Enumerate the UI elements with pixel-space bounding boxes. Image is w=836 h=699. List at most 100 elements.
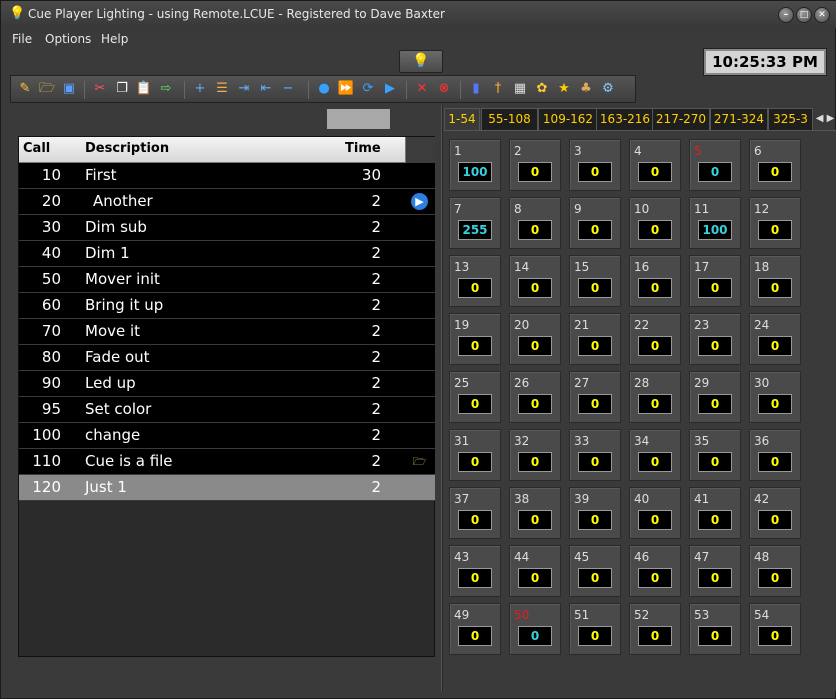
table-row[interactable]: 80 Fade out 2 [19, 345, 435, 371]
cancel-icon[interactable]: ⊗ [435, 80, 453, 98]
star-icon[interactable]: ★ [555, 80, 573, 98]
cut-icon[interactable]: ✂ [91, 80, 109, 98]
export-icon[interactable]: ⇨ [157, 80, 175, 98]
maximize-button[interactable]: □ [796, 7, 812, 23]
menu-file[interactable]: File [12, 32, 32, 46]
table-row[interactable]: 100 change 2 [19, 423, 435, 449]
table-row[interactable]: 120 Just 1 2 [19, 475, 435, 501]
title-bar[interactable]: 💡 Cue Player Lighting - using Remote.LCU… [1, 1, 836, 28]
table-row[interactable]: 70 Move it 2 [19, 319, 435, 345]
channel-cell[interactable]: 28 0 [629, 371, 681, 423]
table-row[interactable]: 10 First 30 [19, 163, 435, 189]
channel-cell[interactable]: 13 0 [449, 255, 501, 307]
table-row[interactable]: 90 Led up 2 [19, 371, 435, 397]
channel-cell[interactable]: 50 0 [509, 603, 561, 655]
effects-icon[interactable]: ✿ [533, 80, 551, 98]
channel-icon[interactable]: ▮ [467, 80, 485, 98]
channel-cell[interactable]: 17 0 [689, 255, 741, 307]
group-icon[interactable]: ♣ [577, 80, 595, 98]
channel-cell[interactable]: 33 0 [569, 429, 621, 481]
remove-icon[interactable]: − [279, 80, 297, 98]
channel-cell[interactable]: 32 0 [509, 429, 561, 481]
channel-cell[interactable]: 40 0 [629, 487, 681, 539]
channel-cell[interactable]: 34 0 [629, 429, 681, 481]
channel-cell[interactable]: 36 0 [749, 429, 801, 481]
channel-cell[interactable]: 90 [569, 197, 621, 249]
refresh-icon[interactable]: ⟳ [359, 80, 377, 98]
copy-icon[interactable]: ❐ [113, 80, 131, 98]
menu-options[interactable]: Options [45, 32, 91, 46]
channel-cell[interactable]: 16 0 [629, 255, 681, 307]
channel-tab[interactable]: 1-54 [444, 108, 480, 131]
header-description[interactable]: Description [85, 141, 169, 156]
channel-cell[interactable]: 35 0 [689, 429, 741, 481]
channel-cell[interactable]: 14 0 [509, 255, 561, 307]
channel-tab[interactable]: 217-270 [652, 108, 710, 130]
channel-cell[interactable]: 40 [629, 139, 681, 191]
forward-icon[interactable]: ⏩ [337, 80, 355, 98]
channel-cell[interactable]: 23 0 [689, 313, 741, 365]
table-row[interactable]: 110 Cue is a file 2 🗁 [19, 449, 435, 475]
indent-icon[interactable]: ⇥ [235, 80, 253, 98]
channel-cell[interactable]: 48 0 [749, 545, 801, 597]
channel-cell[interactable]: 80 [509, 197, 561, 249]
menu-help[interactable]: Help [101, 32, 128, 46]
table-row[interactable]: 50 Mover init 2 [19, 267, 435, 293]
insert-icon[interactable]: ☰ [213, 80, 231, 98]
channel-cell[interactable]: 37 0 [449, 487, 501, 539]
channel-tab[interactable]: 163-216 [596, 108, 654, 130]
save-icon[interactable]: ▣ [60, 80, 78, 98]
table-row[interactable]: 40 Dim 1 2 [19, 241, 435, 267]
channel-cell[interactable]: 26 0 [509, 371, 561, 423]
stop-icon[interactable]: ✕ [413, 80, 431, 98]
header-time[interactable]: Time [345, 141, 381, 156]
play-icon[interactable]: ▶ [381, 80, 399, 98]
scene-icon[interactable]: ▦ [511, 80, 529, 98]
channel-cell[interactable]: 20 0 [509, 313, 561, 365]
channel-cell[interactable]: 18 0 [749, 255, 801, 307]
channel-cell[interactable]: 49 0 [449, 603, 501, 655]
table-row[interactable]: 95 Set color 2 [19, 397, 435, 423]
channel-cell[interactable]: 53 0 [689, 603, 741, 655]
channel-cell[interactable]: 30 0 [749, 371, 801, 423]
minimize-button[interactable]: – [778, 7, 794, 23]
channel-cell[interactable]: 11 100 [689, 197, 741, 249]
channel-tab[interactable]: 55-108 [481, 108, 538, 130]
lightbulb-button[interactable]: 💡 [399, 50, 443, 73]
channel-cell[interactable]: 15 0 [569, 255, 621, 307]
channel-cell[interactable]: 24 0 [749, 313, 801, 365]
table-row[interactable]: 60 Bring it up 2 [19, 293, 435, 319]
paste-icon[interactable]: 📋 [135, 80, 153, 98]
channel-cell[interactable]: 41 0 [689, 487, 741, 539]
table-row[interactable]: 30 Dim sub 2 [19, 215, 435, 241]
channel-cell[interactable]: 7 255 [449, 197, 501, 249]
channel-cell[interactable]: 19 0 [449, 313, 501, 365]
channel-cell[interactable]: 51 0 [569, 603, 621, 655]
channel-cell[interactable]: 29 0 [689, 371, 741, 423]
channel-cell[interactable]: 22 0 [629, 313, 681, 365]
channel-tab[interactable]: 109-162 [538, 108, 598, 130]
record-icon[interactable]: ● [315, 80, 333, 98]
channel-cell[interactable]: 12 0 [749, 197, 801, 249]
add-icon[interactable]: + [191, 80, 209, 98]
channel-cell[interactable]: 30 [569, 139, 621, 191]
channel-cell[interactable]: 45 0 [569, 545, 621, 597]
channel-cell[interactable]: 20 [509, 139, 561, 191]
channel-cell[interactable]: 54 0 [749, 603, 801, 655]
channel-tab[interactable]: 325-3 [768, 108, 813, 130]
close-button[interactable]: ✕ [814, 7, 830, 23]
table-row[interactable]: 20 Another 2 ▶ [19, 189, 435, 215]
settings-icon[interactable]: ⚙ [599, 80, 617, 98]
channel-cell[interactable]: 50 [689, 139, 741, 191]
channel-cell[interactable]: 46 0 [629, 545, 681, 597]
channel-cell[interactable]: 39 0 [569, 487, 621, 539]
wand-icon[interactable]: ✎ [16, 80, 34, 98]
channel-cell[interactable]: 52 0 [629, 603, 681, 655]
channel-cell[interactable]: 47 0 [689, 545, 741, 597]
header-call[interactable]: Call [23, 141, 50, 156]
channel-cell[interactable]: 44 0 [509, 545, 561, 597]
fader-icon[interactable]: † [489, 80, 507, 98]
channel-cell[interactable]: 21 0 [569, 313, 621, 365]
channel-cell[interactable]: 25 0 [449, 371, 501, 423]
channel-cell[interactable]: 1 100 [449, 139, 501, 191]
